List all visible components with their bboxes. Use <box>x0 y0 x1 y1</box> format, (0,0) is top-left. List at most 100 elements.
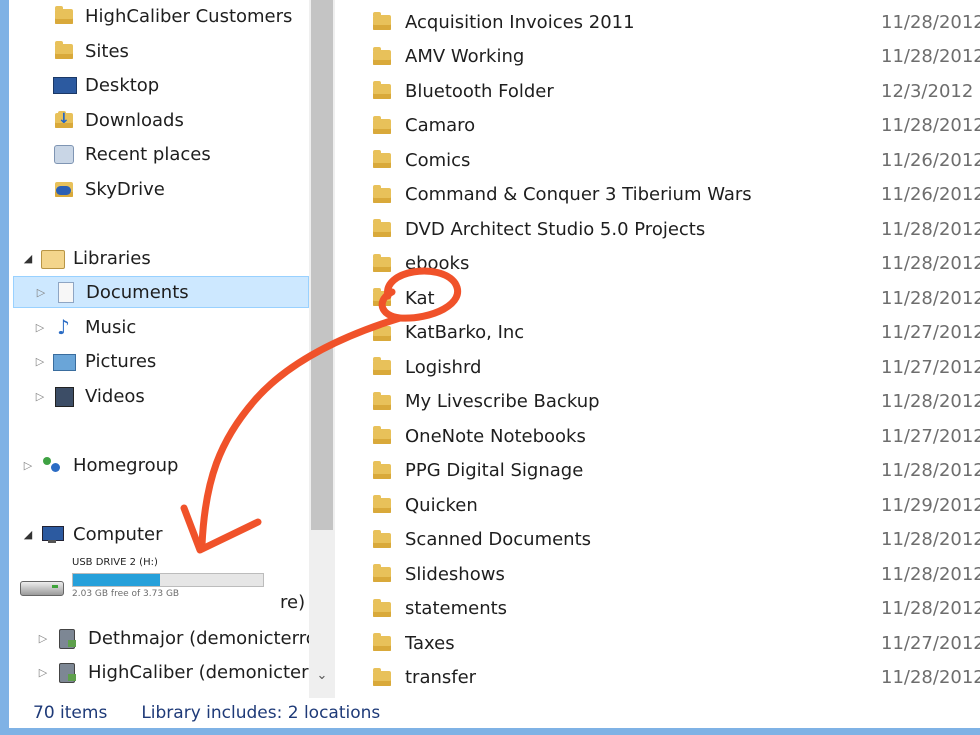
nav-item-label: Sites <box>85 40 129 62</box>
file-date-modified: 11/27/2012 <box>881 632 980 654</box>
file-name: ebooks <box>405 253 470 274</box>
folder-icon <box>371 564 393 584</box>
music-icon <box>53 315 75 339</box>
file-date-modified: 11/28/2012 <box>881 460 980 481</box>
nav-item-desktop[interactable]: Desktop <box>53 69 159 101</box>
nav-item-label: SkyDrive <box>85 178 165 200</box>
expand-arrow-icon[interactable]: ◢ <box>21 528 35 541</box>
nav-item-label: Dethmajor (demonicterror <box>88 627 310 649</box>
usb-drive-icon <box>18 577 64 597</box>
file-row[interactable]: transfer 11/28/2012 <box>335 661 980 695</box>
file-list: Acquisition Invoices 2011 11/28/2012 AMV W… <box>335 0 980 698</box>
file-date-modified: 11/28/2012 <box>881 218 980 240</box>
file-date-modified: 11/27/2012 <box>881 356 980 378</box>
file-row[interactable]: Quicken 11/29/2012 <box>335 488 980 522</box>
file-date-modified: 11/29/2012 <box>881 494 980 516</box>
nav-item-highcaliber-customers[interactable]: HighCaliber Customers <box>53 0 292 32</box>
nav-item-label: Recent places <box>85 143 211 165</box>
folder-icon <box>371 322 393 343</box>
collapse-arrow-icon[interactable]: ▷ <box>33 355 47 368</box>
nav-item-music[interactable]: ▷ Music <box>33 311 136 343</box>
file-row[interactable]: My Livescribe Backup 11/28/2012 <box>335 385 980 419</box>
file-row[interactable]: OneNote Notebooks 11/27/2012 <box>335 419 980 453</box>
videos-icon <box>53 386 75 407</box>
nav-homegroup[interactable]: ▷ Homegroup <box>21 449 179 481</box>
file-row[interactable]: Comics 11/26/2012 <box>335 143 980 177</box>
folder-icon <box>371 184 393 205</box>
file-date-modified: 11/28/2012 <box>881 253 980 274</box>
file-date-modified: 11/28/2012 <box>881 598 980 619</box>
nav-item-videos[interactable]: ▷ Videos <box>33 380 145 412</box>
file-name: transfer <box>405 667 477 688</box>
file-name: Scanned Documents <box>405 529 592 550</box>
expand-arrow-icon[interactable]: ◢ <box>21 252 35 265</box>
folder-icon <box>371 288 393 308</box>
file-row[interactable]: PPG Digital Signage 11/28/2012 <box>335 454 980 488</box>
nav-item-label: Videos <box>85 385 145 407</box>
collapse-arrow-icon[interactable]: ▷ <box>33 321 47 334</box>
file-row[interactable]: KatBarko, Inc 11/27/2012 <box>335 316 980 350</box>
usb-drive-free-space: 2.03 GB free of 3.73 GB <box>72 589 180 599</box>
nav-item-sites[interactable]: Sites <box>53 35 129 67</box>
file-name: PPG Digital Signage <box>405 460 584 481</box>
nav-item-pictures[interactable]: ▷ Pictures <box>33 345 157 377</box>
file-row[interactable]: Camaro 11/28/2012 <box>335 109 980 143</box>
nav-item-downloads[interactable]: Downloads <box>53 104 184 136</box>
file-row[interactable]: statements 11/28/2012 <box>335 592 980 626</box>
nav-item-label: Pictures <box>85 350 157 372</box>
collapse-arrow-icon[interactable]: ▷ <box>36 666 50 679</box>
file-name: Slideshows <box>405 563 505 585</box>
collapse-arrow-icon[interactable]: ▷ <box>36 632 50 645</box>
file-date-modified: 11/28/2012 <box>881 115 980 136</box>
file-row[interactable]: Command & Conquer 3 Tiberium Wars 11/26/2… <box>335 178 980 212</box>
file-name: Command & Conquer 3 Tiberium Wars <box>405 184 752 205</box>
file-row[interactable]: ebooks 11/28/2012 <box>335 247 980 281</box>
collapse-arrow-icon[interactable]: ▷ <box>33 390 47 403</box>
file-date-modified: 11/28/2012 <box>881 287 980 309</box>
file-row[interactable]: AMV Working 11/28/2012 <box>335 40 980 74</box>
nav-item-label: Desktop <box>85 74 160 96</box>
nav-item-dethmajor[interactable]: ▷ Dethmajor (demonicterror <box>36 622 310 654</box>
scroll-down-arrow-icon[interactable]: ⌄ <box>314 668 330 688</box>
file-row[interactable]: Taxes 11/27/2012 <box>335 626 980 660</box>
file-row[interactable]: Kat 11/28/2012 <box>335 281 980 315</box>
scrollbar-thumb[interactable] <box>311 0 333 530</box>
file-date-modified: 11/28/2012 <box>881 46 980 67</box>
nav-computer[interactable]: ◢ Computer <box>21 518 163 550</box>
usb-drive-tooltip[interactable]: USB DRIVE 2 (H:) 2.03 GB free of 3.73 GB <box>18 555 308 607</box>
nav-item-skydrive[interactable]: SkyDrive <box>53 173 165 205</box>
usb-drive-capacity-fill <box>73 574 160 586</box>
usb-drive-capacity-bar <box>72 573 264 587</box>
nav-item-documents[interactable]: ▷ Documents <box>13 276 309 308</box>
nav-item-label: HighCaliber Customers <box>85 5 293 27</box>
file-row[interactable]: Scanned Documents 11/28/2012 <box>335 523 980 557</box>
nav-item-label: Downloads <box>85 109 184 131</box>
nav-libraries[interactable]: ◢ Libraries <box>21 242 151 274</box>
file-name: DVD Architect Studio 5.0 Projects <box>405 218 706 240</box>
usb-drive-name: USB DRIVE 2 (H:) <box>72 557 158 568</box>
file-name: AMV Working <box>405 46 525 67</box>
collapse-arrow-icon[interactable]: ▷ <box>34 286 48 299</box>
file-row[interactable]: Logishrd 11/27/2012 <box>335 350 980 384</box>
file-date-modified: 11/28/2012 <box>881 11 980 33</box>
navigation-scrollbar[interactable]: ⌄ <box>309 0 335 698</box>
folder-icon <box>371 150 393 170</box>
nav-item-recent-places[interactable]: Recent places <box>53 138 211 170</box>
file-name: My Livescribe Backup <box>405 391 600 412</box>
nav-item-highcaliber[interactable]: ▷ HighCaliber (demonicterro <box>36 656 310 688</box>
nav-item-label: Documents <box>86 281 189 303</box>
folder-icon <box>53 41 75 61</box>
collapse-arrow-icon[interactable]: ▷ <box>21 459 35 472</box>
file-name: Acquisition Invoices 2011 <box>405 11 635 33</box>
file-row[interactable]: Bluetooth Folder 12/3/2012 1 <box>335 74 980 108</box>
file-row[interactable]: DVD Architect Studio 5.0 Projects 11/28/2… <box>335 212 980 246</box>
documents-icon <box>54 282 76 303</box>
folder-icon <box>371 115 393 136</box>
file-date-modified: 11/28/2012 <box>881 529 980 550</box>
folder-icon <box>53 6 75 26</box>
homegroup-icon <box>41 455 63 475</box>
file-row[interactable]: Acquisition Invoices 2011 11/28/2012 <box>335 5 980 39</box>
file-row[interactable]: Slideshows 11/28/2012 <box>335 557 980 591</box>
file-name: KatBarko, Inc <box>405 322 525 343</box>
nav-computer-label: Computer <box>73 523 163 545</box>
